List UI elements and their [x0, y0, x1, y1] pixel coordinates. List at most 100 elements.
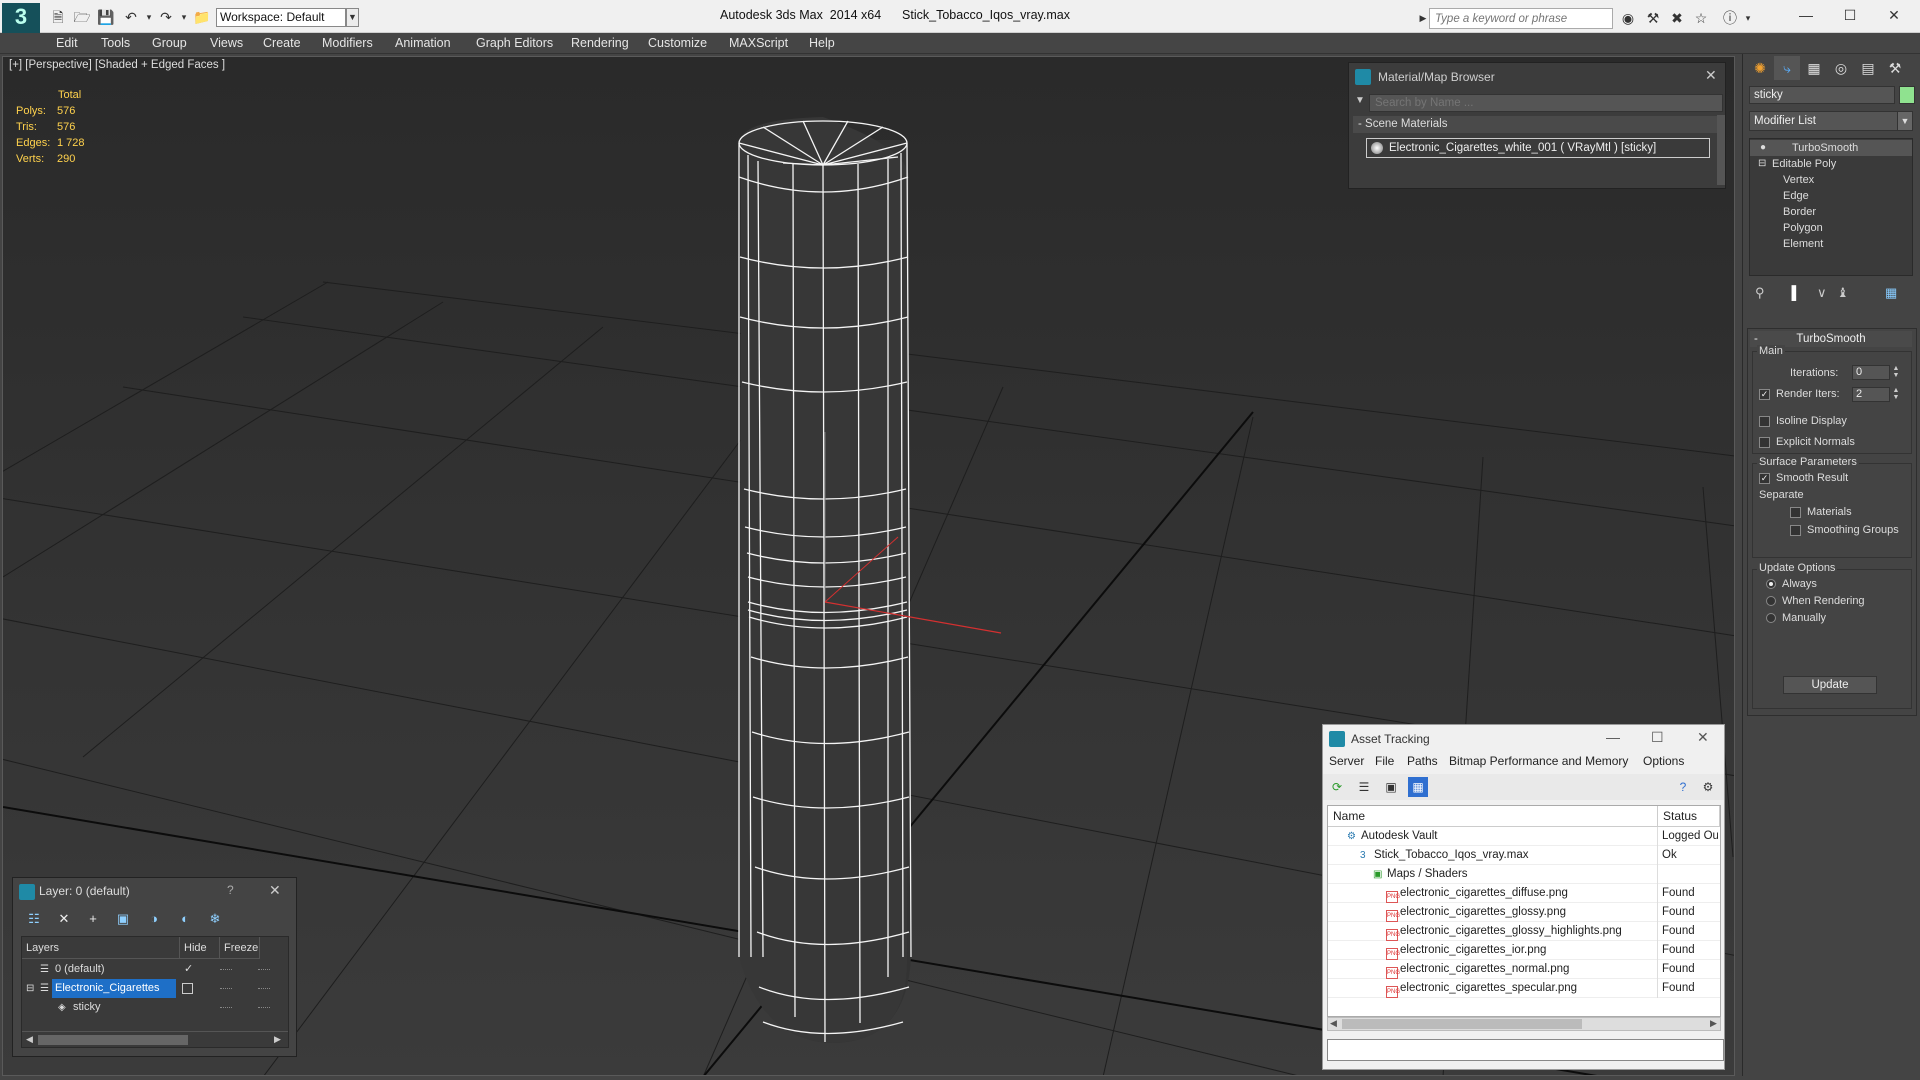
- menu-rendering[interactable]: Rendering: [571, 33, 629, 54]
- current-layer-check-icon[interactable]: ✓: [184, 960, 193, 979]
- when-rendering-radio[interactable]: [1766, 596, 1776, 606]
- close-icon[interactable]: ✕: [1876, 4, 1912, 26]
- at-menu-server[interactable]: Server: [1329, 754, 1364, 768]
- chevron-down-icon[interactable]: ▼: [346, 8, 359, 27]
- scroll-left-icon[interactable]: ◀: [1330, 1018, 1337, 1029]
- motion-tab-icon[interactable]: ◎: [1828, 56, 1854, 80]
- menu-help[interactable]: Help: [809, 33, 835, 54]
- horizontal-scrollbar[interactable]: ◀ ▶: [22, 1031, 288, 1047]
- scroll-left-icon[interactable]: ◀: [26, 1034, 33, 1045]
- asset-row[interactable]: PNGelectronic_cigarettes_diffuse.png Foun…: [1328, 884, 1720, 903]
- hierarchy-tab-icon[interactable]: ▦: [1801, 56, 1827, 80]
- select-objects-icon[interactable]: ▣: [112, 909, 134, 929]
- at-menu-bitmap-performance[interactable]: Bitmap Performance and Memory: [1449, 754, 1628, 768]
- menu-maxscript[interactable]: MAXScript: [729, 33, 788, 54]
- stack-item-turbosmooth[interactable]: ● TurboSmooth: [1750, 140, 1912, 156]
- isoline-display-checkbox[interactable]: [1759, 416, 1770, 427]
- make-unique-icon[interactable]: ∨: [1817, 285, 1827, 301]
- scrollbar-thumb[interactable]: [1342, 1019, 1582, 1029]
- stack-item-border[interactable]: Border: [1750, 204, 1912, 220]
- stack-item-vertex[interactable]: Vertex: [1750, 172, 1912, 188]
- scene-materials-section[interactable]: - Scene Materials: [1353, 116, 1723, 133]
- update-button[interactable]: Update: [1783, 676, 1877, 694]
- column-header-hide[interactable]: Hide: [180, 937, 220, 959]
- menu-animation[interactable]: Animation: [395, 33, 451, 54]
- menu-tools[interactable]: Tools: [101, 33, 130, 54]
- hide-toggle[interactable]: [220, 969, 232, 971]
- layer-row[interactable]: ⊟ ☰ Electronic_Cigarettes: [22, 979, 288, 998]
- spinner-arrows-icon[interactable]: ▲ ▼: [1892, 365, 1900, 380]
- menu-create[interactable]: Create: [263, 33, 301, 54]
- menu-group[interactable]: Group: [152, 33, 187, 54]
- column-header-name[interactable]: Name: [1328, 806, 1658, 827]
- menu-graph-editors[interactable]: Graph Editors: [476, 33, 553, 54]
- scroll-right-icon[interactable]: ▶: [1710, 1018, 1717, 1029]
- asset-row[interactable]: PNGelectronic_cigarettes_normal.png Found: [1328, 960, 1720, 979]
- help-icon[interactable]: ⓘ: [1720, 8, 1740, 28]
- settings-icon[interactable]: ⚙: [1698, 777, 1718, 797]
- horizontal-scrollbar[interactable]: ◀ ▶: [1327, 1017, 1721, 1031]
- help-icon[interactable]: ?: [1673, 777, 1693, 797]
- highlight-layer-icon[interactable]: ◑: [143, 909, 165, 929]
- search-options-icon[interactable]: ▼: [1355, 95, 1365, 106]
- refresh-icon[interactable]: ⟳: [1327, 777, 1347, 797]
- object-name[interactable]: sticky: [70, 998, 101, 1017]
- at-menu-paths[interactable]: Paths: [1407, 754, 1438, 768]
- communication-center-icon[interactable]: ✖: [1667, 8, 1687, 28]
- set-current-layer-box[interactable]: [182, 983, 193, 994]
- close-icon[interactable]: ✕: [1697, 729, 1709, 746]
- keyword-search-input[interactable]: [1429, 8, 1613, 29]
- at-menu-file[interactable]: File: [1375, 754, 1394, 768]
- asset-row[interactable]: PNGelectronic_cigarettes_ior.png Found: [1328, 941, 1720, 960]
- maximize-icon[interactable]: ☐: [1651, 729, 1664, 746]
- stack-item-editable-poly[interactable]: ⊟ Editable Poly: [1750, 156, 1912, 172]
- freeze-toggle[interactable]: [258, 988, 270, 990]
- subscription-icon[interactable]: ⚒: [1643, 8, 1663, 28]
- maximize-icon[interactable]: ☐: [1832, 4, 1868, 26]
- freeze-all-layers-icon[interactable]: ❄: [204, 909, 226, 929]
- binoculars-icon[interactable]: ◉: [1618, 8, 1638, 28]
- modifier-list-dropdown[interactable]: Modifier List: [1749, 111, 1909, 131]
- configure-sets-icon[interactable]: ▦: [1885, 285, 1897, 301]
- layer-row[interactable]: ◈ sticky: [22, 998, 288, 1017]
- open-file-icon[interactable]: 🗁: [72, 7, 92, 27]
- display-tab-icon[interactable]: ▤: [1855, 56, 1881, 80]
- layer-row[interactable]: ☰ 0 (default) ✓: [22, 960, 288, 979]
- pin-stack-icon[interactable]: ⚲: [1755, 285, 1765, 301]
- minimize-icon[interactable]: —: [1788, 4, 1824, 26]
- asset-path-input[interactable]: [1327, 1039, 1724, 1061]
- modify-tab-icon[interactable]: ⤷: [1774, 56, 1800, 80]
- column-header-layers[interactable]: Layers: [22, 937, 180, 959]
- help-icon[interactable]: ?: [227, 883, 234, 897]
- smoothing-groups-checkbox[interactable]: [1790, 525, 1801, 536]
- redo-dropdown-icon[interactable]: ▾: [174, 7, 194, 27]
- smooth-result-checkbox[interactable]: ✓: [1759, 473, 1770, 484]
- stack-item-edge[interactable]: Edge: [1750, 188, 1912, 204]
- remove-modifier-icon[interactable]: ♝: [1837, 285, 1849, 301]
- object-color-swatch[interactable]: [1899, 86, 1915, 104]
- asset-row[interactable]: PNGelectronic_cigarettes_glossy.png Found: [1328, 903, 1720, 922]
- redo-icon[interactable]: ↷: [156, 7, 176, 27]
- favorites-star-icon[interactable]: ☆: [1691, 8, 1711, 28]
- minimize-icon[interactable]: —: [1606, 729, 1620, 745]
- asset-row[interactable]: PNGelectronic_cigarettes_specular.png Fou…: [1328, 979, 1720, 998]
- chevron-down-icon[interactable]: ▼: [1897, 111, 1913, 131]
- help-dropdown-icon[interactable]: ▾: [1738, 8, 1758, 28]
- scrollbar[interactable]: [1717, 115, 1725, 185]
- project-folder-icon[interactable]: 📁: [192, 7, 212, 27]
- show-end-result-icon[interactable]: ▐: [1787, 285, 1796, 300]
- new-file-icon[interactable]: 🗎: [48, 7, 68, 27]
- freeze-toggle[interactable]: [258, 969, 270, 971]
- hide-toggle[interactable]: [220, 988, 232, 990]
- manually-radio[interactable]: [1766, 613, 1776, 623]
- grid-view-icon[interactable]: ▦: [1408, 777, 1428, 797]
- layer-name[interactable]: 0 (default): [52, 960, 105, 979]
- spinner-arrows-icon[interactable]: ▲ ▼: [1892, 387, 1900, 402]
- material-search-input[interactable]: [1369, 94, 1723, 112]
- save-file-icon[interactable]: 💾: [96, 7, 116, 27]
- close-icon[interactable]: ✕: [1705, 67, 1717, 84]
- column-header-freeze[interactable]: Freeze: [220, 937, 260, 959]
- at-menu-options[interactable]: Options: [1643, 754, 1684, 768]
- collapse-minus-icon[interactable]: ⊟: [1758, 156, 1766, 172]
- hide-all-layers-icon[interactable]: ◐: [174, 909, 196, 929]
